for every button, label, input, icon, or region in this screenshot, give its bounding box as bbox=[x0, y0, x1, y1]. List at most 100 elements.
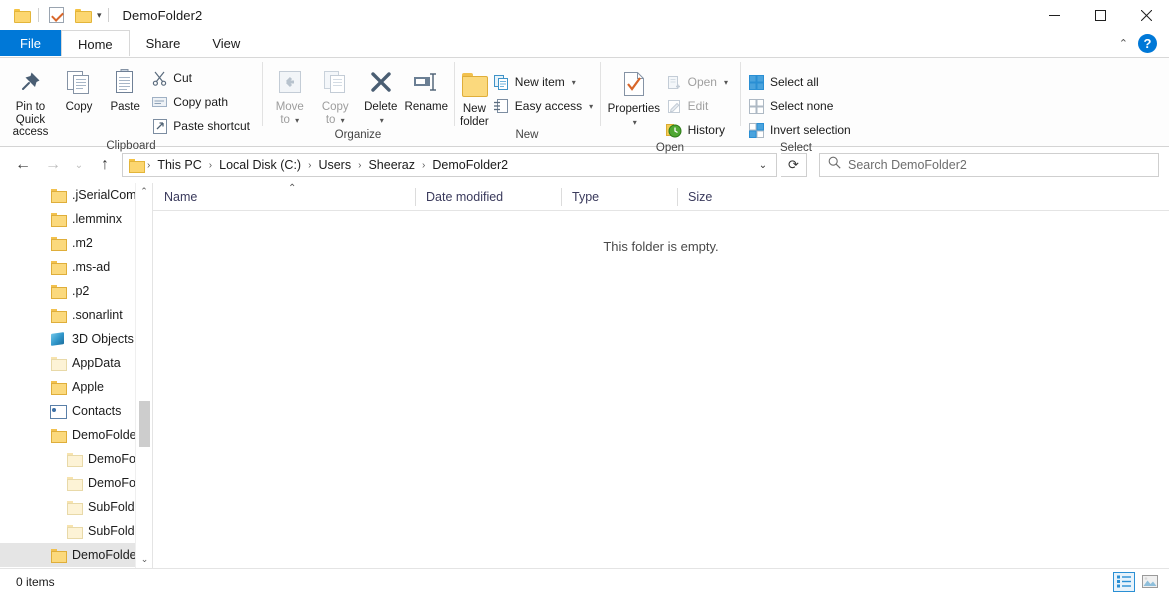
select-group-label: Select bbox=[780, 142, 812, 154]
new-folder-button[interactable]: New folder bbox=[460, 62, 489, 128]
paste-label: Paste bbox=[110, 101, 140, 113]
rename-button[interactable]: Rename bbox=[405, 62, 449, 114]
edit-button[interactable]: Edit bbox=[664, 95, 734, 117]
nav-item-appdata[interactable]: AppData bbox=[0, 351, 152, 375]
file-list-body[interactable]: This folder is empty. bbox=[153, 211, 1169, 568]
folder-icon bbox=[66, 499, 83, 515]
new-item-caret-icon[interactable]: ▾ bbox=[572, 78, 576, 87]
tab-home[interactable]: Home bbox=[60, 30, 130, 57]
column-header-type[interactable]: Type bbox=[561, 183, 677, 211]
open-caret-icon[interactable]: ▾ bbox=[724, 78, 728, 87]
new-item-button[interactable]: New item ▾ bbox=[491, 71, 599, 93]
paste-shortcut-button[interactable]: Paste shortcut bbox=[149, 115, 256, 137]
address-dropdown-caret-icon[interactable]: ⌄ bbox=[752, 154, 774, 176]
large-icons-view-button[interactable] bbox=[1139, 572, 1161, 592]
nav-item-jserialcomm[interactable]: .jSerialComm bbox=[0, 183, 152, 207]
window-title: DemoFolder2 bbox=[122, 7, 203, 23]
nav-item-subfolder-1[interactable]: SubFolder bbox=[0, 495, 152, 519]
address-bar[interactable]: › This PC › Local Disk (C:) › Users › Sh… bbox=[122, 153, 777, 177]
folder-icon bbox=[50, 211, 67, 227]
copy-icon bbox=[65, 66, 93, 98]
help-icon[interactable]: ? bbox=[1138, 34, 1157, 53]
breadcrumb-users[interactable]: Users bbox=[312, 155, 357, 175]
nav-item-p2[interactable]: .p2 bbox=[0, 279, 152, 303]
folder-icon bbox=[50, 547, 67, 563]
folder-icon bbox=[50, 355, 67, 371]
back-button[interactable]: ← bbox=[10, 152, 36, 178]
ribbon-group-clipboard: Pin to Quick access Copy Paste Cut Copy … bbox=[0, 58, 262, 152]
column-header-date-modified[interactable]: Date modified bbox=[415, 183, 561, 211]
maximize-button[interactable] bbox=[1077, 0, 1123, 30]
copy-path-label: Copy path bbox=[173, 95, 228, 109]
invert-selection-button[interactable]: Invert selection bbox=[746, 119, 857, 141]
nav-item-demofolder-child-2[interactable]: DemoFold bbox=[0, 471, 152, 495]
minimize-button[interactable] bbox=[1031, 0, 1077, 30]
select-all-label: Select all bbox=[770, 75, 819, 89]
history-button[interactable]: History bbox=[664, 119, 734, 141]
up-button[interactable]: ↑ bbox=[92, 152, 118, 178]
select-all-button[interactable]: Select all bbox=[746, 71, 857, 93]
open-button[interactable]: Open ▾ bbox=[664, 71, 734, 93]
refresh-button[interactable]: ⟳ bbox=[781, 153, 807, 177]
details-view-button[interactable] bbox=[1113, 571, 1135, 592]
collapse-ribbon-icon[interactable]: ⌃ bbox=[1115, 35, 1132, 52]
nav-item-apple[interactable]: Apple bbox=[0, 375, 152, 399]
properties-icon[interactable] bbox=[43, 2, 69, 28]
easy-access-caret-icon[interactable]: ▾ bbox=[589, 102, 593, 111]
organize-group-label: Organize bbox=[334, 129, 382, 141]
contacts-icon bbox=[50, 403, 67, 419]
properties-button[interactable]: Properties ▾ bbox=[606, 62, 662, 129]
folder-icon bbox=[66, 475, 83, 491]
system-menu-folder-icon[interactable] bbox=[8, 2, 34, 28]
easy-access-button[interactable]: Easy access ▾ bbox=[491, 95, 599, 117]
delete-button[interactable]: Delete ▾ bbox=[359, 62, 403, 127]
pin-to-quick-access-button[interactable]: Pin to Quick access bbox=[6, 62, 55, 139]
ribbon: Pin to Quick access Copy Paste Cut Copy … bbox=[0, 57, 1169, 154]
nav-item-demofolder-child-1[interactable]: DemoFold bbox=[0, 447, 152, 471]
copy-to-button[interactable]: Copy to ▾ bbox=[314, 62, 358, 127]
folder-icon bbox=[66, 523, 83, 539]
copy-button[interactable]: Copy bbox=[57, 62, 101, 114]
move-to-icon bbox=[277, 66, 303, 98]
tab-file[interactable]: File bbox=[0, 30, 61, 57]
search-box[interactable]: Search DemoFolder2 bbox=[819, 153, 1159, 177]
forward-button[interactable]: → bbox=[40, 152, 66, 178]
nav-item-m2[interactable]: .m2 bbox=[0, 231, 152, 255]
breadcrumb-demofolder2[interactable]: DemoFolder2 bbox=[426, 155, 514, 175]
recent-locations-button[interactable]: ⌄ bbox=[70, 152, 88, 178]
paste-button[interactable]: Paste bbox=[103, 62, 147, 114]
nav-item-lemminx[interactable]: .lemminx bbox=[0, 207, 152, 231]
close-button[interactable] bbox=[1123, 0, 1169, 30]
scroll-down-button[interactable]: ⌄ bbox=[136, 551, 152, 568]
nav-item-demofolder[interactable]: DemoFolde bbox=[0, 423, 152, 447]
nav-item-contacts[interactable]: Contacts bbox=[0, 399, 152, 423]
nav-item-ms-ad[interactable]: .ms-ad bbox=[0, 255, 152, 279]
search-input[interactable]: Search DemoFolder2 bbox=[848, 158, 967, 172]
breadcrumb-sheeraz[interactable]: Sheeraz bbox=[362, 155, 421, 175]
column-header-name[interactable]: Name ⌃ bbox=[153, 183, 415, 211]
nav-item-demofolder2-selected[interactable]: DemoFolde bbox=[0, 543, 152, 567]
cut-button[interactable]: Cut bbox=[149, 67, 256, 89]
scroll-up-button[interactable]: ⌃ bbox=[136, 183, 152, 200]
column-header-size[interactable]: Size bbox=[677, 183, 755, 211]
scrollbar-thumb[interactable] bbox=[139, 401, 150, 447]
select-none-button[interactable]: Select none bbox=[746, 95, 857, 117]
nav-item-sonarlint[interactable]: .sonarlint bbox=[0, 303, 152, 327]
nav-item-subfolder-2[interactable]: SubFolder bbox=[0, 519, 152, 543]
new-folder-label: New folder bbox=[460, 103, 489, 128]
move-to-button[interactable]: Move to ▾ bbox=[268, 62, 312, 127]
nav-item-3d-objects[interactable]: 3D Objects bbox=[0, 327, 152, 351]
breadcrumb-local-disk[interactable]: Local Disk (C:) bbox=[213, 155, 307, 175]
delete-icon bbox=[369, 66, 393, 98]
new-folder-icon[interactable] bbox=[69, 2, 95, 28]
tab-share[interactable]: Share bbox=[130, 30, 197, 57]
copy-to-icon bbox=[322, 66, 348, 98]
navigation-scrollbar[interactable]: ⌃ ⌄ bbox=[135, 183, 152, 568]
3d-objects-icon bbox=[50, 331, 66, 347]
nav-item-label: .m2 bbox=[72, 236, 93, 250]
customize-qat-caret-icon[interactable]: ▾ bbox=[95, 10, 104, 21]
edit-icon bbox=[666, 98, 683, 115]
copy-path-button[interactable]: Copy path bbox=[149, 91, 256, 113]
tab-view[interactable]: View bbox=[196, 30, 256, 57]
breadcrumb-this-pc[interactable]: This PC bbox=[151, 155, 207, 175]
